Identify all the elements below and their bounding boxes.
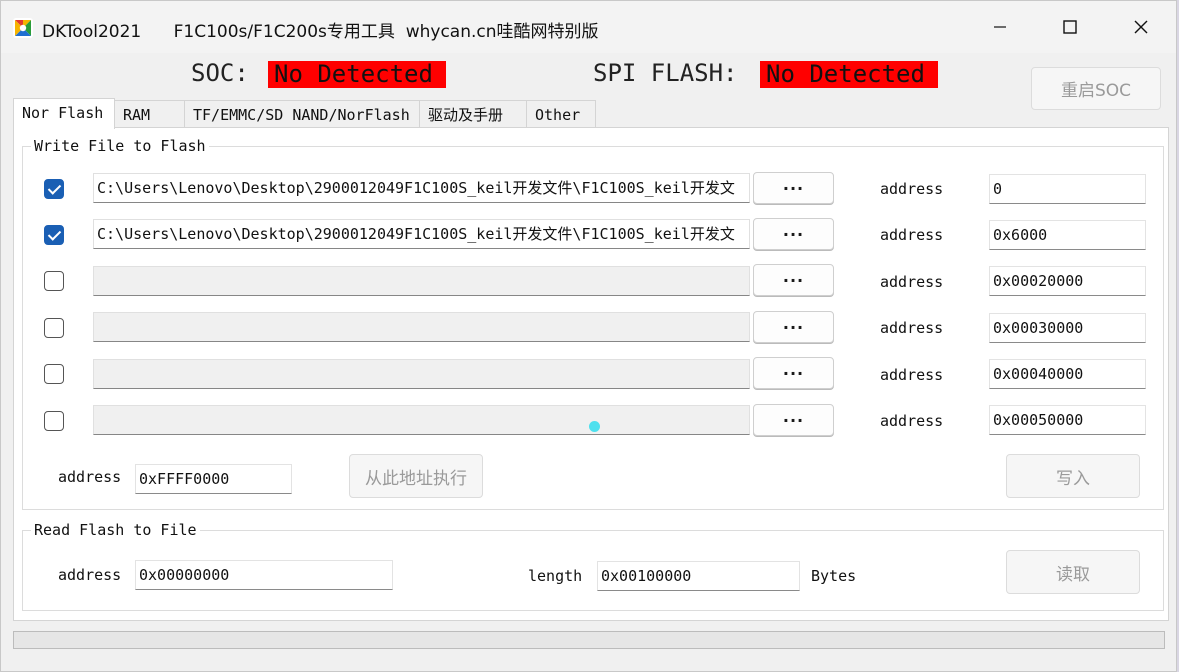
bytes-unit-label: Bytes [811,567,857,585]
progress-bar [13,631,1165,649]
length-label: length [528,567,583,585]
restart-soc-button[interactable]: 重启SOC [1031,67,1161,110]
row-3-browse-button[interactable]: ··· [753,264,834,296]
row-4-path-field[interactable] [93,312,750,342]
write-file-group: Write File to Flash C:\Users\Lenovo\Desk… [22,137,1164,510]
row-5-path-field[interactable] [93,359,750,389]
tab-other[interactable]: Other [526,100,596,128]
row-3-checkbox[interactable] [44,271,64,291]
row-4-checkbox[interactable] [44,318,64,338]
spi-flash-status-badge: No Detected [760,61,938,88]
row-2-path-field[interactable]: C:\Users\Lenovo\Desktop\2900012049F1C100… [93,219,750,249]
write-button[interactable]: 写入 [1006,454,1140,498]
title-bar[interactable]: DKTool2021 F1C100s/F1C200s专用工具 whycan.cn… [1,1,1176,53]
exec-address-label: address [58,468,122,486]
length-input[interactable]: 0x00100000 [597,561,800,591]
row-3-path-field[interactable] [93,266,750,296]
close-button[interactable] [1106,1,1176,53]
row-6-address-label: address [880,412,944,430]
row-6-path-field[interactable] [93,405,750,435]
row-4-browse-button[interactable]: ··· [753,311,834,343]
tab-tf-emmc-sd[interactable]: TF/EMMC/SD NAND/NorFlash [184,100,420,128]
row-6-browse-button[interactable]: ··· [753,404,834,436]
close-icon [1134,20,1148,34]
maximize-icon [1063,20,1077,34]
row-2-checkbox[interactable] [44,225,64,245]
write-group-title: Write File to Flash [31,137,209,155]
row-2-browse-button[interactable]: ··· [753,218,834,250]
read-flash-group: Read Flash to File address 0x00000000 le… [22,521,1164,611]
read-address-label: address [58,566,122,584]
read-address-input[interactable]: 0x00000000 [135,560,393,590]
row-4-address-label: address [880,319,944,337]
row-4-address-input[interactable]: 0x00030000 [989,313,1146,343]
row-1-address-label: address [880,180,944,198]
read-button[interactable]: 读取 [1006,550,1140,594]
row-6-address-input[interactable]: 0x00050000 [989,405,1146,435]
row-5-address-input[interactable]: 0x00040000 [989,359,1146,389]
tab-ram[interactable]: RAM [114,100,185,128]
exec-address-input[interactable]: 0xFFFF0000 [135,464,292,494]
row-1-browse-button[interactable]: ··· [753,172,834,204]
row-3-address-input[interactable]: 0x00020000 [989,266,1146,296]
row-5-address-label: address [880,366,944,384]
row-2-address-input[interactable]: 0x6000 [989,220,1146,250]
app-name: DKTool2021 [42,22,142,42]
soc-status-badge: No Detected [268,61,446,88]
window-subtitle: F1C100s/F1C200s专用工具 whycan.cn哇酷网特别版 [173,22,599,42]
window-title: DKTool2021 F1C100s/F1C200s专用工具 whycan.cn… [42,17,599,42]
app-window: DKTool2021 F1C100s/F1C200s专用工具 whycan.cn… [0,0,1177,672]
minimize-icon [994,26,1006,28]
row-2-address-label: address [880,226,944,244]
cursor-indicator [589,421,600,432]
row-6-checkbox[interactable] [44,411,64,431]
row-5-checkbox[interactable] [44,364,64,384]
tab-drivers-manuals[interactable]: 驱动及手册 [419,100,527,128]
row-5-browse-button[interactable]: ··· [753,357,834,389]
app-logo-icon [13,18,33,38]
row-1-address-input[interactable]: 0 [989,174,1146,204]
nor-flash-panel: Write File to Flash C:\Users\Lenovo\Desk… [13,127,1169,621]
soc-label: SOC: [191,59,249,87]
spi-flash-label: SPI FLASH: [593,59,738,87]
maximize-button[interactable] [1035,1,1105,53]
row-1-path-field[interactable]: C:\Users\Lenovo\Desktop\2900012049F1C100… [93,173,750,203]
row-1-checkbox[interactable] [44,179,64,199]
row-3-address-label: address [880,273,944,291]
execute-from-address-button[interactable]: 从此地址执行 [349,454,483,498]
minimize-button[interactable] [965,1,1035,53]
tab-nor-flash[interactable]: Nor Flash [13,98,115,129]
read-group-title: Read Flash to File [31,521,200,539]
